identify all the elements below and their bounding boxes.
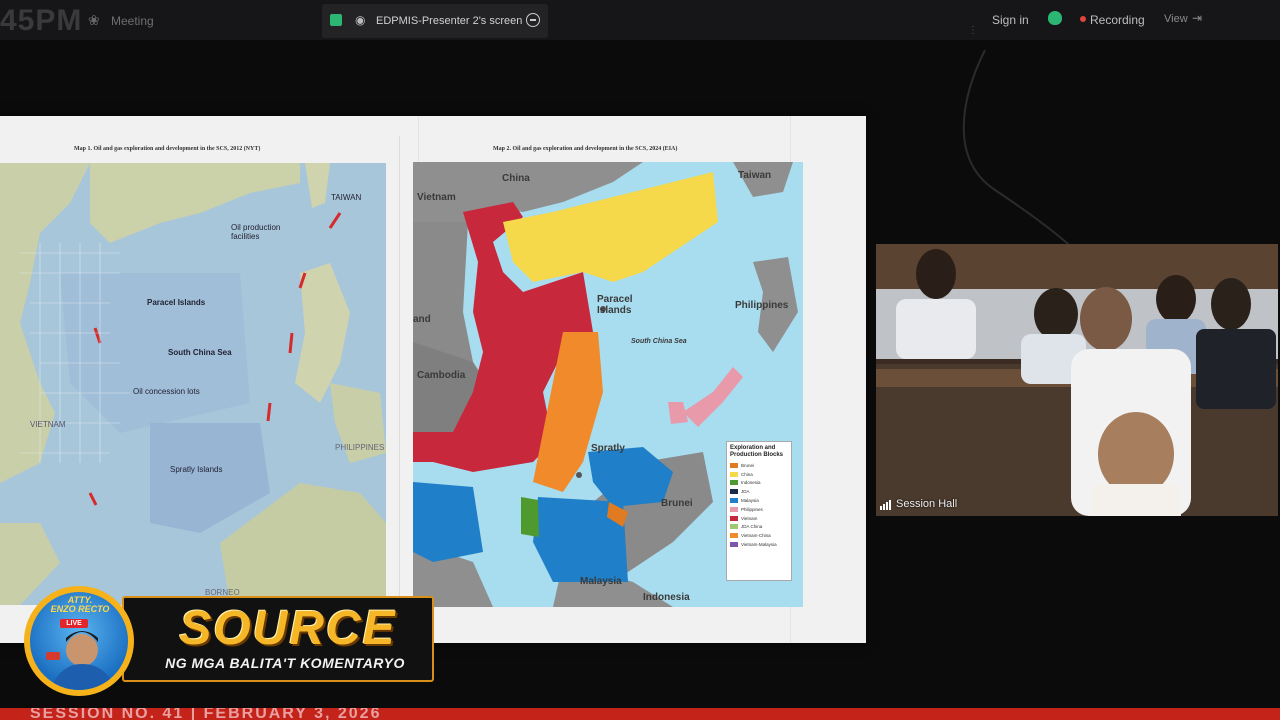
map2-label-malaysia: Malaysia xyxy=(580,576,622,587)
legend-item: JDA xyxy=(730,487,788,496)
map2-label-taiwan: Taiwan xyxy=(738,170,772,181)
map2-label-cambodia: Cambodia xyxy=(417,370,466,381)
sign-in-button[interactable]: Sign in xyxy=(992,13,1029,27)
legend-label: JDA China xyxy=(741,524,763,530)
map1-label-paracel: Paracel Islands xyxy=(147,298,206,307)
map2-label-indonesia: Indonesia xyxy=(643,592,690,603)
legend-label: Vietnam xyxy=(741,515,758,521)
ticker-text: SESSION NO. 41 | FEBRUARY 3, 2026 xyxy=(30,708,382,720)
legend-item: Philippines xyxy=(730,505,788,514)
map1-label-scs: South China Sea xyxy=(168,348,232,357)
legend-item: Vietnam xyxy=(730,514,788,523)
legend-item: Indonesia xyxy=(730,479,788,488)
divider-icon: ⋮ xyxy=(968,25,978,36)
meeting-top-bar xyxy=(0,0,1280,40)
map2-label-paracel: Paracel Islands xyxy=(597,294,633,316)
legend-swatch xyxy=(730,506,738,512)
map1-nyt: TAIWAN Oil production facilities Paracel… xyxy=(0,163,386,605)
legend-label: Philippines xyxy=(741,506,763,512)
legend-swatch xyxy=(730,524,738,530)
camera-label: Session Hall xyxy=(896,498,958,510)
legend-item: Vietnam-China xyxy=(730,531,788,540)
share-status-icon xyxy=(330,14,342,26)
clock-text: 45PM xyxy=(0,4,83,37)
legend-label: JDA xyxy=(741,489,750,495)
view-arrow-icon[interactable]: ⇥ xyxy=(1192,11,1202,25)
legend-item: China xyxy=(730,470,788,479)
map1-caption: Map 1. Oil and gas exploration and devel… xyxy=(74,146,261,152)
recording-label: Recording xyxy=(1090,13,1145,27)
map2-label-china: China xyxy=(502,173,530,184)
legend-item: Vietnam-Malaysia xyxy=(730,540,788,549)
recording-dot-icon xyxy=(1080,16,1086,22)
map2-legend: Exploration and Production Blocks Brunei… xyxy=(726,441,792,581)
legend-label: Indonesia xyxy=(741,480,761,486)
legend-label: China xyxy=(741,471,753,477)
legend-item: Brunei xyxy=(730,461,788,470)
logo-name: ATTY. ENZO RECTO xyxy=(40,596,120,614)
map2-label-land: and xyxy=(413,314,431,325)
legend-swatch xyxy=(730,489,738,495)
legend-swatch xyxy=(730,498,738,504)
legend-item: Malaysia xyxy=(730,496,788,505)
source-subtitle: NG MGA BALITA'T KOMENTARYO xyxy=(165,655,405,671)
map1-label-concession: Oil concession lots xyxy=(133,387,200,396)
legend-label: Vietnam-China xyxy=(741,533,771,539)
share-label: EDPMIS-Presenter 2's screen xyxy=(376,15,523,27)
map2-label-spratly: Spratly xyxy=(591,443,625,454)
legend-swatch xyxy=(730,515,738,521)
paw-icon: ❀ xyxy=(88,12,100,28)
meeting-label: Meeting xyxy=(111,14,154,28)
map1-label-vietnam: VIETNAM xyxy=(30,420,66,429)
legend-item: JDA China xyxy=(730,523,788,532)
legend-swatch xyxy=(730,462,738,468)
legend-swatch xyxy=(730,542,738,548)
signal-bars-icon xyxy=(880,500,891,510)
logo-name-line2: ENZO RECTO xyxy=(50,604,110,614)
legend-label: Brunei xyxy=(741,462,755,468)
map2-label-brunei: Brunei xyxy=(661,498,693,509)
stop-share-icon[interactable] xyxy=(526,13,540,27)
map1-label-spratly: Spratly Islands xyxy=(170,465,223,474)
legend-swatch xyxy=(730,480,738,486)
map2-caption: Map 2. Oil and gas exploration and devel… xyxy=(493,146,678,152)
map2-label-philippines: Philippines xyxy=(735,300,789,311)
view-button[interactable]: View xyxy=(1164,13,1188,25)
eye-icon[interactable]: ◉ xyxy=(355,13,365,27)
legend-swatch xyxy=(730,471,738,477)
shield-icon xyxy=(1048,11,1062,25)
legend-label: Vietnam-Malaysia xyxy=(741,542,777,548)
map1-label-oil-production: Oil production facilities xyxy=(231,223,281,241)
legend-title: Exploration and Production Blocks xyxy=(730,445,784,458)
map1-label-taiwan: TAIWAN xyxy=(331,193,362,202)
map1-label-philippines: PHILIPPINES xyxy=(335,443,385,452)
source-title: SOURCE xyxy=(179,602,397,655)
legend-label: Malaysia xyxy=(741,498,759,504)
session-hall-camera-feed xyxy=(876,244,1278,516)
legend-swatch xyxy=(730,533,738,539)
map2-label-scs: South China Sea xyxy=(631,338,687,345)
background-cable xyxy=(962,49,1081,256)
live-badge: LIVE xyxy=(60,619,88,628)
map2-label-vietnam: Vietnam xyxy=(417,192,456,203)
